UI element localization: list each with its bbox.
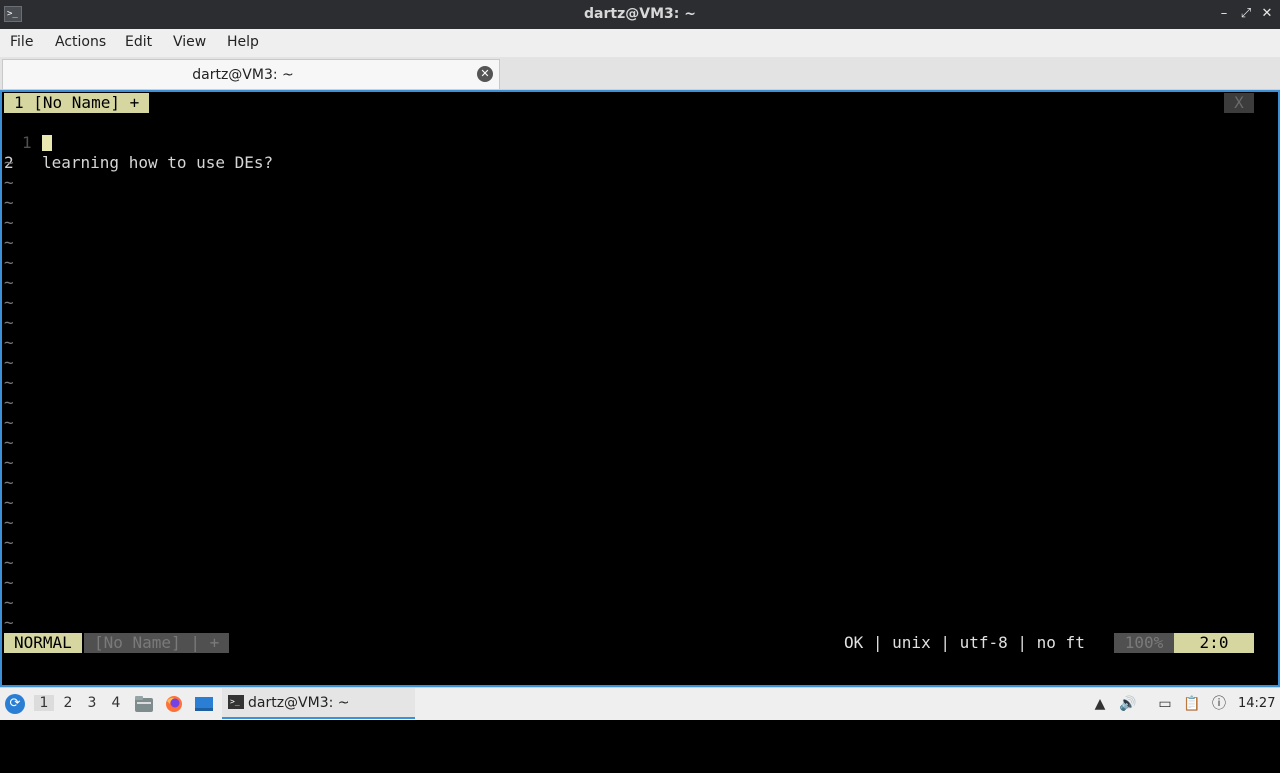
- network-icon[interactable]: ▭: [1156, 695, 1174, 713]
- empty-line-tilde: ~: [4, 313, 14, 332]
- minimize-button[interactable]: –: [1216, 5, 1232, 23]
- empty-line-tilde: ~: [4, 533, 14, 552]
- empty-line-tilde: ~: [4, 573, 14, 592]
- empty-line-tilde: ~: [4, 493, 14, 512]
- file-manager-icon[interactable]: [134, 695, 154, 713]
- workspace-4[interactable]: 4: [106, 695, 126, 711]
- buffer-line: 1 learning how to use DEs?: [2, 113, 273, 172]
- empty-line-tilde: ~: [4, 553, 14, 572]
- tray-expand-icon[interactable]: ▲: [1091, 695, 1109, 713]
- empty-line-tilde: ~: [4, 293, 14, 312]
- empty-line-tilde: ~: [4, 253, 14, 272]
- empty-line-tilde: ~: [4, 333, 14, 352]
- empty-line-tilde: ~: [4, 613, 14, 632]
- empty-line-tilde: ~: [4, 353, 14, 372]
- terminal-tab-label: dartz@VM3: ~: [192, 67, 294, 83]
- terminal-area[interactable]: 1 [No Name] + X 1 learning how to use DE…: [0, 90, 1280, 687]
- statusline-percent: 100%: [1114, 633, 1174, 653]
- empty-line-tilde: ~: [4, 593, 14, 612]
- update-notifier-icon[interactable]: ⓘ: [1210, 695, 1228, 713]
- line-text: learning how to use DEs?: [42, 153, 274, 172]
- empty-line-tilde: ~: [4, 413, 14, 432]
- vim-statusline: NORMAL [No Name] | + OK | unix | utf-8 |…: [4, 633, 1254, 653]
- mode-indicator: NORMAL: [4, 633, 82, 653]
- text-cursor: [42, 135, 52, 151]
- close-window-button[interactable]: ✕: [1259, 5, 1275, 23]
- empty-line-tilde: ~: [4, 513, 14, 532]
- window-titlebar[interactable]: >_ dartz@VM3: ~ – ⤢ ✕: [0, 0, 1280, 29]
- terminal-tab[interactable]: dartz@VM3: ~ ✕: [2, 59, 500, 89]
- buffer-line: 2: [2, 133, 52, 172]
- menu-help[interactable]: Help: [227, 34, 259, 50]
- menu-view[interactable]: View: [173, 34, 206, 50]
- workspace-2[interactable]: 2: [58, 695, 78, 711]
- empty-line-tilde: ~: [4, 193, 14, 212]
- taskbar-terminal-task[interactable]: >_ dartz@VM3: ~: [222, 688, 415, 719]
- statusline-cursor-position: 2:0: [1174, 633, 1254, 653]
- empty-line-tilde: ~: [4, 153, 14, 172]
- empty-line-tilde: ~: [4, 393, 14, 412]
- statusline-filename: [No Name] | +: [84, 633, 230, 653]
- window-title: dartz@VM3: ~: [584, 6, 696, 22]
- desktop-icon[interactable]: [194, 695, 214, 713]
- menu-actions[interactable]: Actions: [55, 34, 106, 50]
- taskbar-task-label: dartz@VM3: ~: [248, 695, 350, 711]
- close-tab-icon[interactable]: ✕: [477, 66, 493, 82]
- empty-line-tilde: ~: [4, 213, 14, 232]
- empty-line-tilde: ~: [4, 373, 14, 392]
- volume-icon[interactable]: 🔊: [1119, 695, 1137, 713]
- empty-line-tilde: ~: [4, 273, 14, 292]
- statusline-fileinfo: OK | unix | utf-8 | no ft: [844, 633, 1085, 652]
- workspace-3[interactable]: 3: [82, 695, 102, 711]
- empty-line-tilde: ~: [4, 433, 14, 452]
- workspace-1[interactable]: 1: [34, 695, 54, 711]
- menu-bar: File Actions Edit View Help: [0, 29, 1280, 57]
- tab-bar: dartz@VM3: ~ ✕: [0, 57, 1280, 90]
- empty-line-tilde: ~: [4, 453, 14, 472]
- vim-tabline: 1 [No Name] + X: [4, 93, 1254, 113]
- empty-line-tilde: ~: [4, 233, 14, 252]
- terminal-task-icon: >_: [228, 695, 244, 709]
- clipboard-icon[interactable]: 📋: [1183, 695, 1201, 713]
- clock: 14:27: [1238, 696, 1276, 711]
- empty-line-tilde: ~: [4, 473, 14, 492]
- firefox-icon[interactable]: [164, 695, 184, 713]
- empty-line-tilde: ~: [4, 173, 14, 192]
- maximize-button[interactable]: ⤢: [1238, 5, 1254, 23]
- taskbar: ⟳ 1 2 3 4 >_ dartz@VM3: ~ ▲ 🔊 ▭ 📋 ⓘ 14:2…: [0, 687, 1280, 720]
- menu-edit[interactable]: Edit: [125, 34, 152, 50]
- vim-tab-active[interactable]: 1 [No Name] +: [4, 93, 150, 113]
- vim-tab-close-button[interactable]: X: [1224, 93, 1254, 113]
- start-menu-icon[interactable]: ⟳: [5, 694, 25, 714]
- menu-file[interactable]: File: [10, 34, 33, 50]
